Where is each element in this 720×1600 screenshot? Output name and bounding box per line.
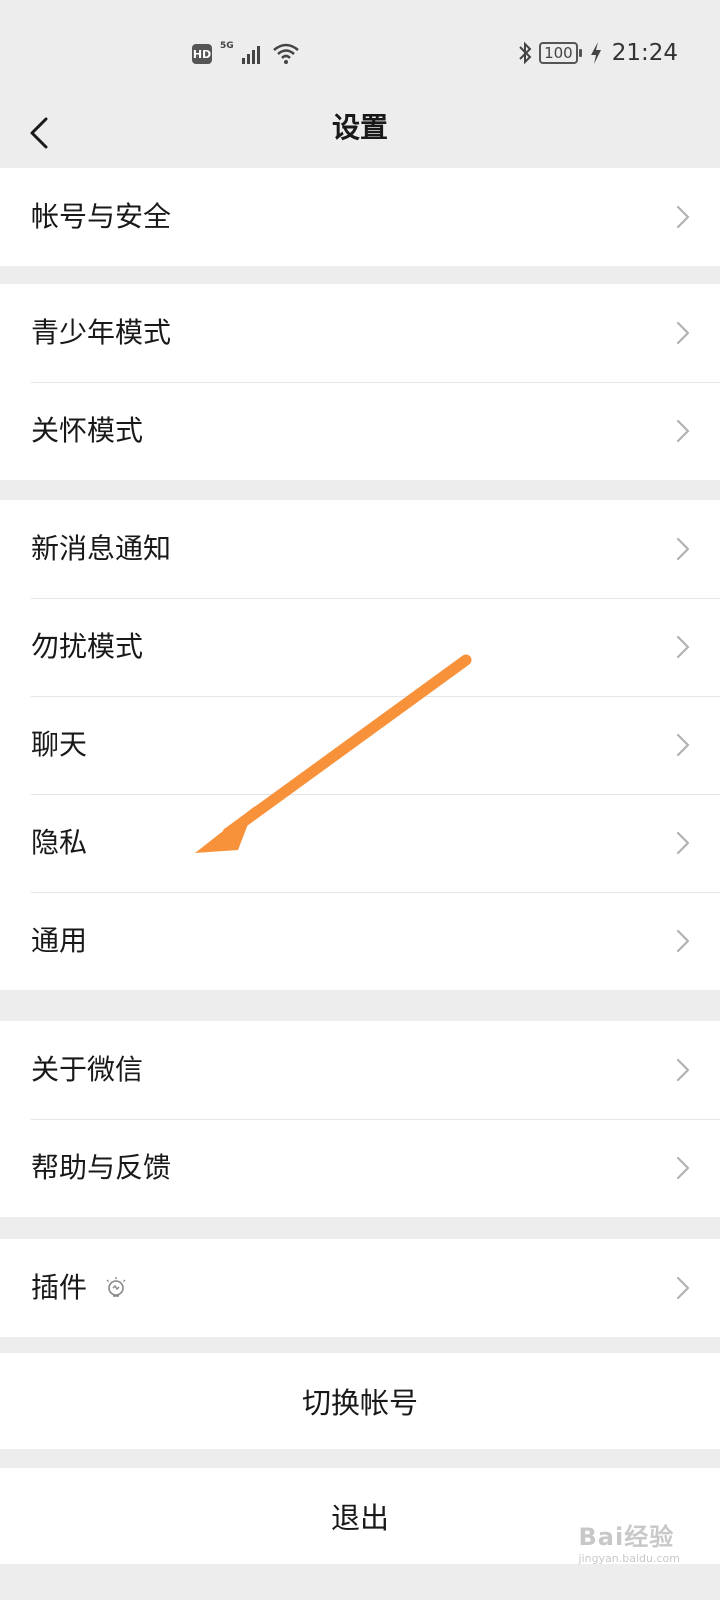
settings-item-general[interactable]: 通用 <box>0 892 720 990</box>
switch-account-button[interactable]: 切换帐号 <box>0 1353 720 1449</box>
settings-group-account: 帐号与安全 <box>0 168 720 266</box>
status-right: 100 21:24 <box>517 38 678 68</box>
settings-item-privacy[interactable]: 隐私 <box>0 794 720 892</box>
bluetooth-icon <box>519 41 532 65</box>
hd-badge: HD <box>192 44 212 64</box>
chevron-right-icon <box>676 537 690 561</box>
settings-item-care-mode[interactable]: 关怀模式 <box>0 382 720 480</box>
charging-icon <box>590 42 601 64</box>
wifi-icon <box>272 43 299 64</box>
settings-item-help-feedback[interactable]: 帮助与反馈 <box>0 1119 720 1217</box>
page-title: 设置 <box>331 111 388 144</box>
settings-group-general: 新消息通知 勿扰模式 聊天 隐私 通用 <box>0 500 720 990</box>
chevron-right-icon <box>676 1156 690 1180</box>
chevron-right-icon <box>676 419 690 443</box>
settings-item-label: 关怀模式 <box>31 414 144 447</box>
settings-item-youth-mode[interactable]: 青少年模式 <box>0 284 720 382</box>
watermark-url: jingyan.baidu.com <box>578 1552 680 1565</box>
settings-item-label: 聊天 <box>31 728 88 761</box>
settings-item-label: 关于微信 <box>31 1053 144 1086</box>
lightbulb-icon <box>106 1277 126 1297</box>
settings-item-label: 帐号与安全 <box>31 200 172 233</box>
network-type: 5G <box>220 41 234 51</box>
chevron-right-icon <box>676 733 690 757</box>
settings-item-label: 青少年模式 <box>31 316 172 349</box>
watermark-brand: Bai经验 <box>578 1523 675 1551</box>
chevron-right-icon <box>676 205 690 229</box>
settings-item-label: 新消息通知 <box>31 532 172 565</box>
settings-group-modes: 青少年模式 关怀模式 <box>0 284 720 480</box>
nav-bar: 设置 <box>0 100 720 168</box>
settings-group-plugins: 插件 <box>0 1239 720 1337</box>
settings-item-chat[interactable]: 聊天 <box>0 696 720 794</box>
status-bar: HD 5G 100 21:24 <box>0 0 720 100</box>
signal-icon <box>241 46 260 64</box>
settings-item-plugins[interactable]: 插件 <box>0 1239 720 1337</box>
watermark: Bai经验 jingyan.baidu.com <box>578 1517 680 1565</box>
clock: 21:24 <box>611 40 678 66</box>
battery-level: 100 <box>539 42 582 64</box>
settings-item-label: 勿扰模式 <box>31 630 144 663</box>
settings-group-about: 关于微信 帮助与反馈 <box>0 1021 720 1217</box>
settings-item-account-security[interactable]: 帐号与安全 <box>0 168 720 266</box>
settings-item-label: 隐私 <box>31 826 88 859</box>
settings-item-label: 插件 <box>31 1271 88 1304</box>
chevron-right-icon <box>676 635 690 659</box>
settings-item-do-not-disturb[interactable]: 勿扰模式 <box>0 598 720 696</box>
settings-item-about-wechat[interactable]: 关于微信 <box>0 1021 720 1119</box>
settings-item-label: 通用 <box>31 924 88 957</box>
chevron-right-icon <box>676 929 690 953</box>
chevron-right-icon <box>676 831 690 855</box>
settings-item-label: 帮助与反馈 <box>31 1151 172 1184</box>
chevron-right-icon <box>676 321 690 345</box>
status-left: HD 5G <box>192 40 300 68</box>
settings-item-label-wrap: 插件 <box>31 1239 129 1337</box>
settings-item-notifications[interactable]: 新消息通知 <box>0 500 720 598</box>
chevron-right-icon <box>676 1058 690 1082</box>
chevron-right-icon <box>676 1276 690 1300</box>
switch-account-group: 切换帐号 <box>0 1353 720 1449</box>
